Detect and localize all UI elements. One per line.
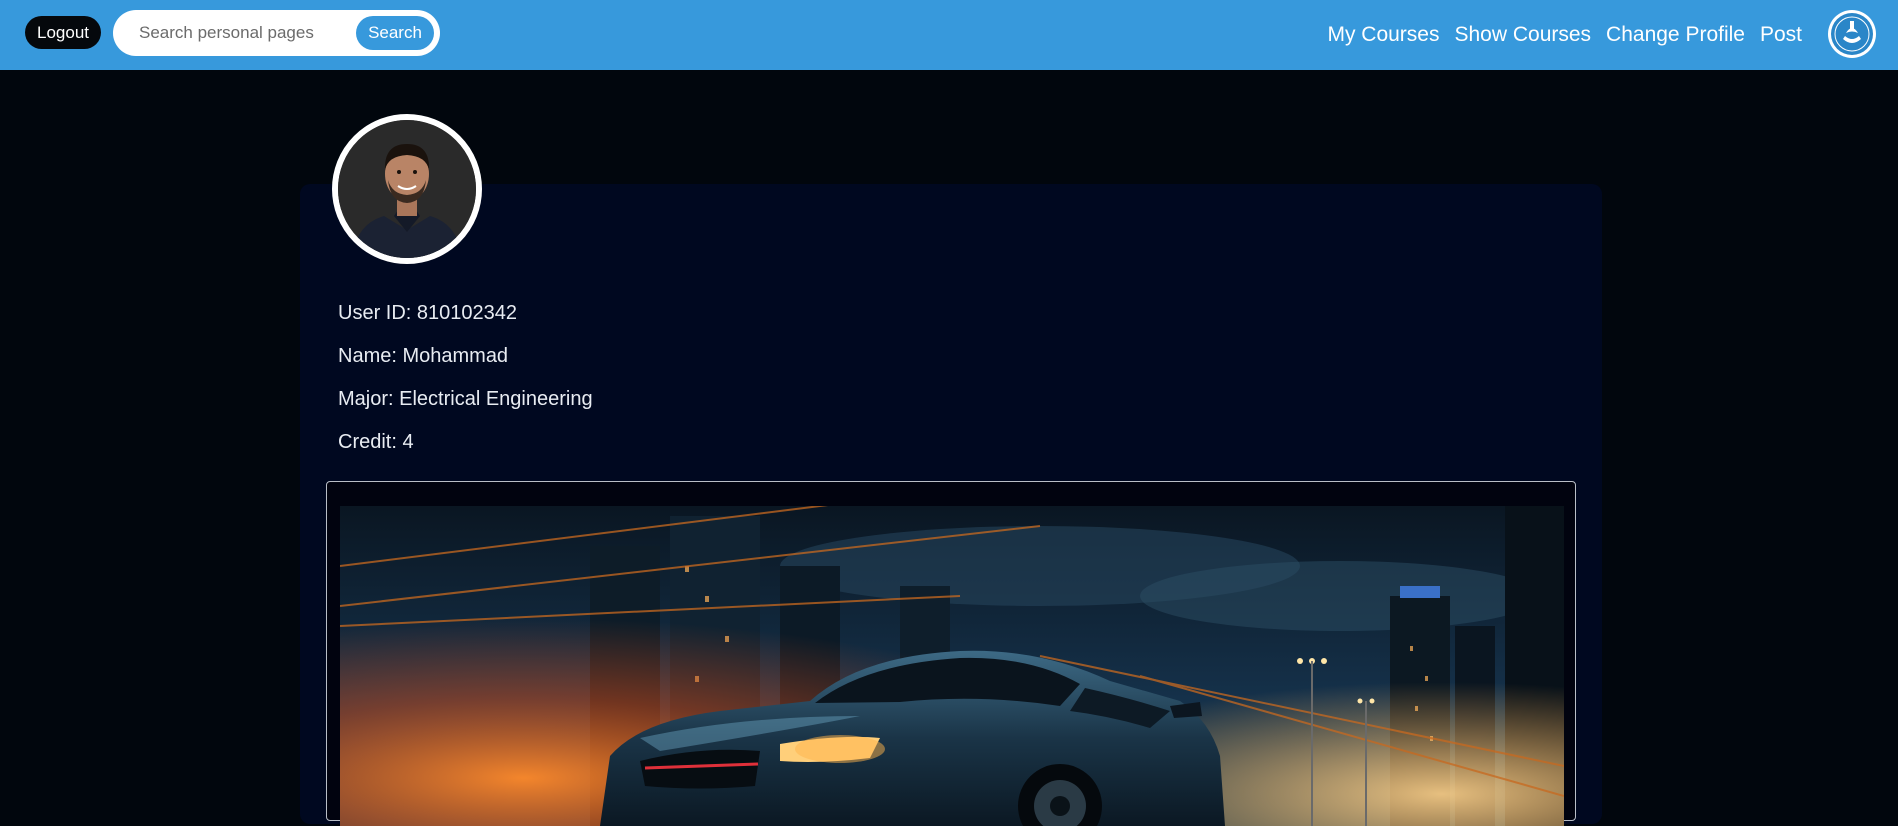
top-navbar: Logout Search My Courses Show Courses Ch… xyxy=(0,0,1898,70)
user-avatar xyxy=(332,114,482,264)
university-seal-icon[interactable] xyxy=(1827,9,1877,59)
nav-link-change-profile[interactable]: Change Profile xyxy=(1606,23,1745,47)
major-text: Major: Electrical Engineering xyxy=(338,388,593,410)
search-button[interactable]: Search xyxy=(356,16,434,50)
nav-links: My Courses Show Courses Change Profile P… xyxy=(1327,0,1802,70)
profile-info: User ID: 810102342 Name: Mohammad Major:… xyxy=(338,296,593,468)
user-id-text: User ID: 810102342 xyxy=(338,302,518,324)
search-bar: Search xyxy=(113,10,440,56)
post-container xyxy=(326,481,1576,826)
nav-link-show-courses[interactable]: Show Courses xyxy=(1454,23,1591,47)
credit-text: Credit: 4 xyxy=(338,431,414,453)
user-avatar-photo xyxy=(338,120,476,258)
nav-link-post[interactable]: Post xyxy=(1760,23,1802,47)
nav-link-my-courses[interactable]: My Courses xyxy=(1327,23,1439,47)
name-text: Name: Mohammad xyxy=(338,345,509,367)
logout-button[interactable]: Logout xyxy=(25,16,101,49)
sports-car-night-city-photo xyxy=(340,506,1564,826)
search-input[interactable] xyxy=(127,18,347,48)
post-image[interactable] xyxy=(340,506,1564,826)
